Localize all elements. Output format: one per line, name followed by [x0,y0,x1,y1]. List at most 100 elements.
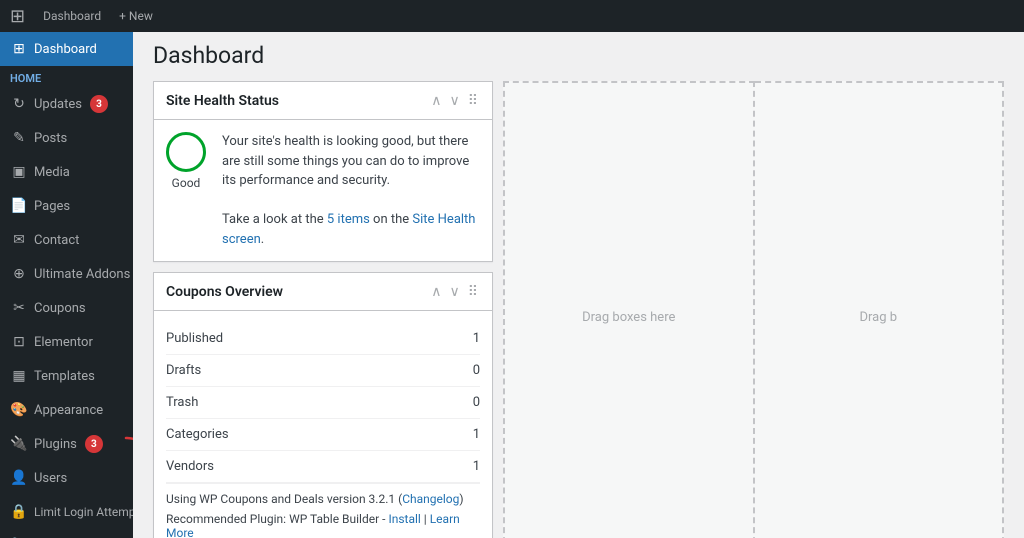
coupons-overview-controls: ∧ ∨ ⠿ [429,281,480,302]
coupon-label-published: Published [166,331,223,346]
sidebar-item-media[interactable]: ▣ Media [0,155,133,189]
health-circle [166,132,206,172]
site-health-handle-btn[interactable]: ⠿ [466,90,480,111]
coupons-icon: ✂ [10,299,28,317]
sidebar-label-media: Media [34,165,70,180]
sidebar-item-pages[interactable]: 📄 Pages [0,189,133,223]
coupon-count-drafts: 0 [473,363,480,378]
sidebar-label-contact: Contact [34,233,79,248]
sidebar-label-updates: Updates [34,97,82,112]
sidebar-item-posts[interactable]: ✎ Posts [0,121,133,155]
coupon-version-text: Using WP Coupons and Deals version 3.2.1… [166,492,480,506]
install-link[interactable]: Install [388,512,420,526]
drag-box-1[interactable]: Drag boxes here [503,81,755,538]
coupon-label-drafts: Drafts [166,363,201,378]
ultimate-addons-icon: ⊕ [10,265,28,283]
coupon-row-categories: Categories 1 [166,419,480,451]
sidebar-item-updates[interactable]: ↻ Updates 3 [0,87,133,121]
coupons-overview-header: Coupons Overview ∧ ∨ ⠿ [154,273,492,311]
sidebar-item-users[interactable]: 👤 Users [0,461,133,495]
sidebar-label-ultimate-addons: Ultimate Addons [34,267,130,282]
red-arrow-indicator [121,433,133,483]
sidebar-item-coupons[interactable]: ✂ Coupons [0,291,133,325]
version-prefix: Using WP Coupons and Deals version 3.2.1… [166,492,402,506]
sidebar-label-limit-login: Limit Login Attempts [34,505,133,519]
admin-bar-items: Dashboard + New [35,0,161,32]
main-wrapper: ⊞ Dashboard Home ↻ Updates 3 ✎ Posts ▣ M… [0,32,1024,538]
coupon-count-trash: 0 [473,395,480,410]
coupon-label-trash: Trash [166,395,198,410]
coupons-collapse-btn[interactable]: ∧ [429,281,443,302]
coupons-handle-btn[interactable]: ⠿ [466,281,480,302]
users-icon: 👤 [10,469,28,487]
site-health-body: Good Your site's health is looking good,… [154,120,492,261]
site-health-collapse-btn[interactable]: ∧ [429,90,443,111]
media-icon: ▣ [10,163,28,181]
limit-login-icon: 🔒 [10,503,28,521]
dashboard-grid: Site Health Status ∧ ∨ ⠿ Good [153,81,1004,538]
updates-icon: ↻ [10,95,28,113]
sidebar-home-section: Home [0,66,133,87]
coupons-expand-btn[interactable]: ∨ [447,281,461,302]
coupon-row-vendors: Vendors 1 [166,451,480,483]
coupon-count-published: 1 [473,331,480,346]
coupon-footer: Using WP Coupons and Deals version 3.2.1… [166,483,480,538]
sidebar-item-contact[interactable]: ✉ Contact [0,223,133,257]
sidebar-item-templates[interactable]: ▦ Templates [0,359,133,393]
site-health-expand-btn[interactable]: ∨ [447,90,461,111]
coupon-count-categories: 1 [473,427,480,442]
sidebar-item-limit-login[interactable]: 🔒 Limit Login Attempts [0,495,133,529]
sidebar-label-users: Users [34,471,67,486]
coupon-label-vendors: Vendors [166,459,214,474]
admin-bar-new[interactable]: + New [111,0,161,32]
appearance-icon: 🎨 [10,401,28,419]
contact-icon: ✉ [10,231,28,249]
sidebar-item-ultimate-addons[interactable]: ⊕ Ultimate Addons [0,257,133,291]
drag-box-2-label: Drag b [859,310,897,325]
coupon-row-trash: Trash 0 [166,387,480,419]
health-description: Your site's health is looking good, but … [222,132,480,249]
sidebar-label-appearance: Appearance [34,403,103,418]
site-health-header: Site Health Status ∧ ∨ ⠿ [154,82,492,120]
coupons-body: Published 1 Drafts 0 Trash 0 Categorie [154,311,492,538]
admin-bar-site[interactable]: Dashboard [35,0,109,32]
wp-logo[interactable]: ⊞ [10,6,25,27]
health-icon-wrap: Good [166,132,206,190]
drag-box-2[interactable]: Drag b [755,81,1005,538]
sidebar-label-pages: Pages [34,199,70,214]
elementor-icon: ⊡ [10,333,28,351]
sidebar-item-appearance[interactable]: 🎨 Appearance [0,393,133,427]
sidebar-label-templates: Templates [34,369,95,384]
coupons-overview-title: Coupons Overview [166,284,283,300]
drag-box-1-label: Drag boxes here [582,310,675,325]
page-title: Dashboard [153,42,1004,69]
sidebar-label-coupons: Coupons [34,301,86,316]
sidebar-label-elementor: Elementor [34,335,93,350]
sidebar-item-plugins[interactable]: 🔌 Plugins 3 [0,427,133,461]
health-items-link[interactable]: 5 items [327,212,370,227]
dashboard-icon: ⊞ [10,40,28,58]
dashboard-drag-area: Drag boxes here Drag b [503,81,1004,538]
sidebar-item-tools[interactable]: 🔧 Tools [0,529,133,538]
updates-badge: 3 [90,95,108,113]
site-health-title: Site Health Status [166,93,279,109]
changelog-link[interactable]: Changelog [402,492,459,506]
health-items-count: 5 items [327,212,370,227]
sidebar-label-posts: Posts [34,131,67,146]
health-label: Good [172,176,201,190]
site-health-widget: Site Health Status ∧ ∨ ⠿ Good [153,81,493,262]
coupon-count-vendors: 1 [473,459,480,474]
plugins-badge: 3 [85,435,103,453]
health-items-prefix: Take a look at the [222,212,327,227]
content-area: Dashboard Site Health Status ∧ ∨ ⠿ [133,32,1024,538]
coupon-row-published: Published 1 [166,323,480,355]
admin-bar: ⊞ Dashboard + New [0,0,1024,32]
dashboard-widgets-column: Site Health Status ∧ ∨ ⠿ Good [153,81,493,538]
sidebar: ⊞ Dashboard Home ↻ Updates 3 ✎ Posts ▣ M… [0,32,133,538]
sidebar-item-dashboard[interactable]: ⊞ Dashboard [0,32,133,66]
posts-icon: ✎ [10,129,28,147]
sidebar-item-elementor[interactable]: ⊡ Elementor [0,325,133,359]
coupons-overview-widget: Coupons Overview ∧ ∨ ⠿ Published 1 [153,272,493,538]
site-health-content: Good Your site's health is looking good,… [166,132,480,249]
plugins-icon: 🔌 [10,435,28,453]
